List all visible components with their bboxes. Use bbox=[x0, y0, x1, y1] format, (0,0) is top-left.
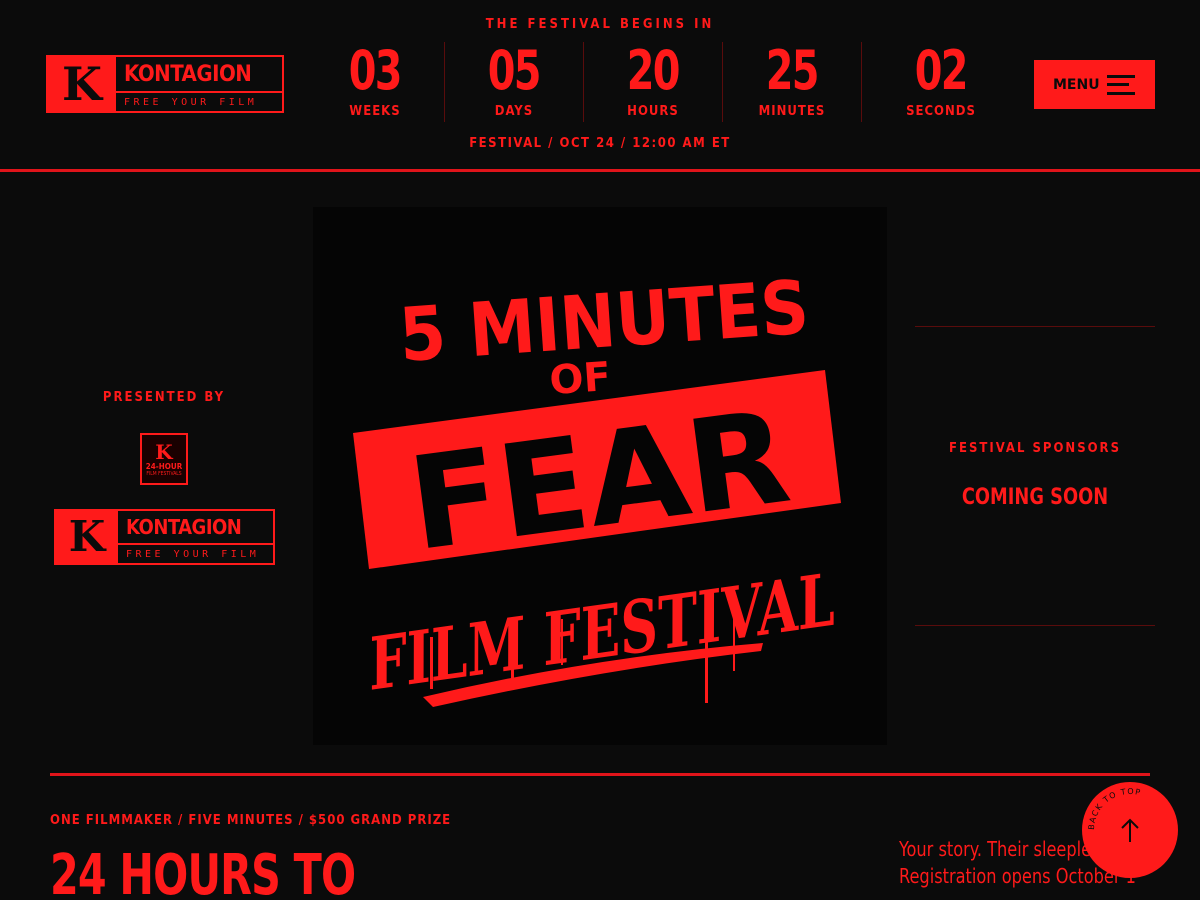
poster-line-3: FEAR bbox=[401, 383, 797, 580]
logo-k-mark: K bbox=[48, 57, 116, 111]
sponsors-title: FESTIVAL SPONSORS bbox=[949, 441, 1121, 456]
menu-label: MENU bbox=[1053, 76, 1100, 93]
countdown-timer: 03 WEEKS 05 DAYS 20 HOURS 25 MINUTES 02 … bbox=[306, 42, 1020, 122]
badge-title: 24-HOUR bbox=[145, 461, 183, 471]
menu-button[interactable]: MENU bbox=[1034, 60, 1155, 109]
24-hour-film-festivals-badge[interactable]: K 24-HOUR FILM FESTIVALS bbox=[140, 433, 188, 485]
logo-tagline: FREE YOUR FILM bbox=[124, 96, 258, 108]
badge-subtitle: FILM FESTIVALS bbox=[146, 470, 182, 477]
poster-line-4: FILM FESTIVAL bbox=[362, 557, 841, 707]
countdown-label: WEEKS bbox=[349, 104, 401, 119]
countdown-value: 05 bbox=[487, 39, 542, 102]
kontagion-logo[interactable]: K KONTAGION FREE YOUR FILM bbox=[46, 55, 284, 113]
countdown-value: 20 bbox=[626, 39, 681, 102]
logo-tagline: FREE YOUR FILM bbox=[126, 548, 260, 560]
countdown-label: HOURS bbox=[627, 104, 679, 119]
countdown-value: 03 bbox=[348, 39, 403, 102]
countdown-label: SECONDS bbox=[906, 104, 976, 119]
poster-artwork: 5 MINUTES OF FEAR FILM FESTIVAL bbox=[353, 265, 841, 707]
presenter-kontagion-logo[interactable]: K KONTAGION FREE YOUR FILM bbox=[54, 509, 275, 565]
countdown-title: THE FESTIVAL BEGINS IN bbox=[485, 17, 715, 32]
poster-line-2: OF bbox=[548, 354, 612, 404]
presented-by-label: PRESENTED BY bbox=[102, 390, 226, 405]
site-header: K KONTAGION FREE YOUR FILM THE FESTIVAL … bbox=[0, 0, 1200, 172]
festival-poster: 5 MINUTES OF FEAR FILM FESTIVAL bbox=[313, 207, 887, 745]
sponsors-panel: FESTIVAL SPONSORS COMING SOON bbox=[915, 326, 1155, 626]
badge-k-mark: K bbox=[155, 439, 173, 464]
arrow-up-icon bbox=[1121, 818, 1139, 842]
hero-tagline: ONE FILMMAKER / FIVE MINUTES / $500 GRAN… bbox=[50, 813, 452, 828]
festival-date: FESTIVAL / OCT 24 / 12:00 AM ET bbox=[469, 136, 731, 151]
logo-name: KONTAGION bbox=[116, 57, 282, 93]
back-to-top-button[interactable]: BACK TO TOP bbox=[1082, 782, 1178, 878]
countdown-value: 25 bbox=[765, 39, 820, 102]
countdown-weeks: 03 WEEKS bbox=[306, 42, 445, 122]
countdown-seconds: 02 SECONDS bbox=[862, 42, 1020, 122]
countdown-value: 02 bbox=[914, 39, 969, 102]
section-divider bbox=[50, 773, 1150, 776]
countdown-days: 05 DAYS bbox=[445, 42, 584, 122]
logo-k-mark: K bbox=[56, 511, 118, 563]
hero-title: 24 HOURS TO bbox=[50, 843, 356, 900]
hamburger-icon bbox=[1107, 74, 1135, 95]
countdown-minutes: 25 MINUTES bbox=[723, 42, 862, 122]
logo-name: KONTAGION bbox=[118, 511, 273, 545]
countdown-label: MINUTES bbox=[758, 104, 826, 119]
countdown-label: DAYS bbox=[494, 104, 534, 119]
countdown-hours: 20 HOURS bbox=[584, 42, 723, 122]
sponsors-status: COMING SOON bbox=[961, 485, 1109, 510]
